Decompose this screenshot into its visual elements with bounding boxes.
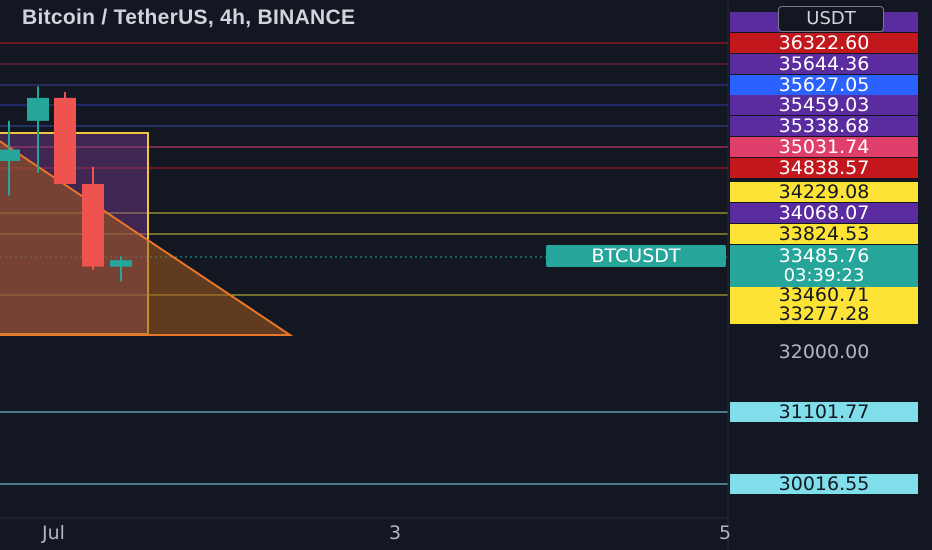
candle-body xyxy=(82,183,104,267)
x-tick-label: 5 xyxy=(719,522,732,544)
symbol-label: BTCUSDT xyxy=(546,245,726,267)
x-tick-label: 3 xyxy=(389,522,402,544)
price-label: 33277.28 xyxy=(730,304,918,324)
candle-body xyxy=(110,260,132,267)
bar-countdown: 03:39:23 xyxy=(783,265,865,286)
price-label: 34229.08 xyxy=(730,182,918,202)
candle-body xyxy=(0,149,20,162)
price-label: 35459.03 xyxy=(730,95,918,115)
price-label: 35338.68 xyxy=(730,116,918,136)
x-tick-label: Jul xyxy=(42,522,65,544)
currency-button[interactable]: USDT xyxy=(778,6,884,32)
chart-title: Bitcoin / TetherUS, 4h, BINANCE xyxy=(22,6,356,29)
price-label: 35031.74 xyxy=(730,137,918,157)
y-tick-label: 32000.00 xyxy=(778,341,870,363)
price-label: 35627.05 xyxy=(730,75,918,95)
price-label: 36322.60 xyxy=(730,33,918,53)
price-label: 33824.53 xyxy=(730,224,918,244)
price-label: 34068.07 xyxy=(730,203,918,223)
last-price-value: 33485.76 xyxy=(778,245,870,267)
price-label: 33460.71 xyxy=(730,285,918,305)
candle-body xyxy=(54,97,76,184)
candle-body xyxy=(27,97,49,121)
price-label: 34838.57 xyxy=(730,158,918,178)
price-label: 31101.77 xyxy=(730,402,918,422)
last-price-label: 33485.76 03:39:23 xyxy=(730,245,918,287)
price-label: 35644.36 xyxy=(730,54,918,74)
price-label: 30016.55 xyxy=(730,474,918,494)
